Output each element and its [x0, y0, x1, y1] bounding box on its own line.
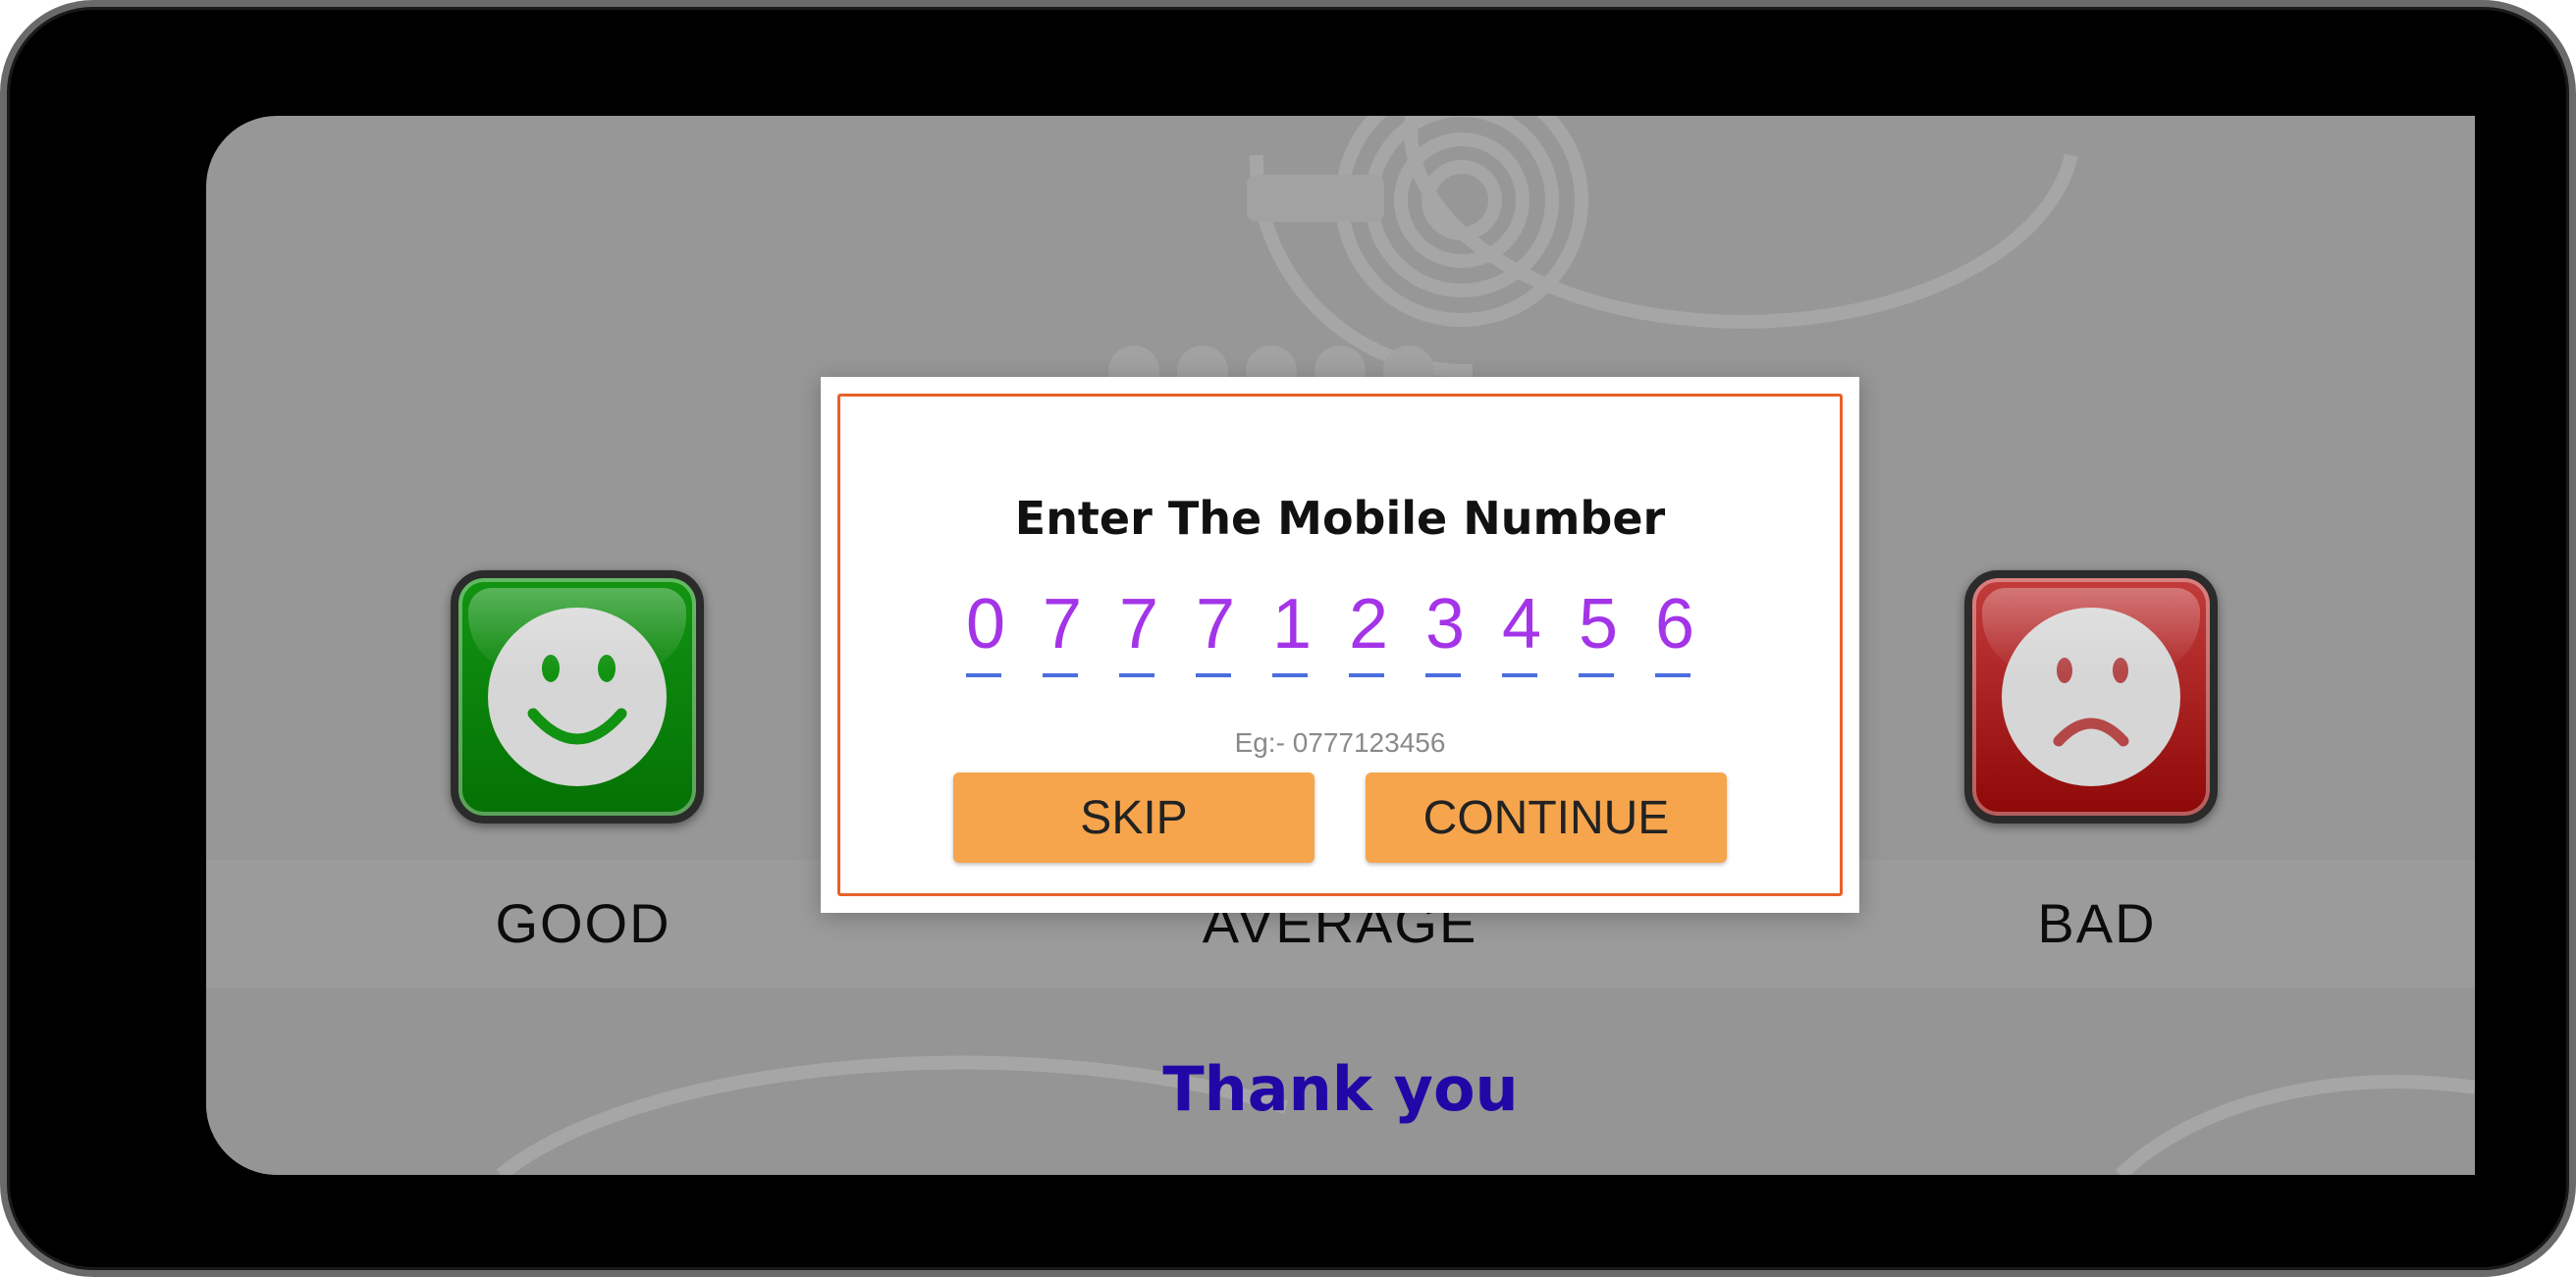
digit-value: 5 — [1579, 585, 1619, 664]
bad-rating-button[interactable] — [1964, 570, 2218, 824]
digit-underline — [1119, 673, 1154, 677]
digit-underline — [1425, 673, 1461, 677]
digit-box[interactable]: 3 — [1425, 583, 1465, 677]
digit-value: 7 — [1119, 585, 1159, 664]
digit-box[interactable]: 6 — [1655, 583, 1694, 677]
digit-box[interactable]: 0 — [966, 583, 1005, 677]
digit-underline — [1655, 673, 1690, 677]
good-label: GOOD — [495, 892, 671, 954]
digit-underline — [1196, 673, 1231, 677]
skip-button[interactable]: SKIP — [953, 772, 1315, 863]
digit-value: 2 — [1349, 585, 1389, 664]
thank-you-text: Thank you — [1162, 1053, 1519, 1125]
device-frame: GOOD AVERAGE BAD Thank you Enter The Mob… — [0, 0, 2576, 1277]
bad-label: BAD — [2037, 892, 2157, 954]
good-rating-button[interactable] — [451, 570, 704, 824]
digit-value: 6 — [1655, 585, 1695, 664]
digit-box[interactable]: 1 — [1272, 583, 1312, 677]
digit-value: 7 — [1043, 585, 1083, 664]
digit-box[interactable]: 5 — [1579, 583, 1618, 677]
digit-underline — [1579, 673, 1614, 677]
digit-underline — [1502, 673, 1537, 677]
digit-value: 4 — [1502, 585, 1542, 664]
digit-value: 0 — [966, 585, 1006, 664]
button-gloss — [468, 588, 686, 674]
digit-value: 7 — [1196, 585, 1236, 664]
button-gloss — [1982, 588, 2200, 674]
digit-underline — [1043, 673, 1078, 677]
continue-button[interactable]: CONTINUE — [1366, 772, 1727, 863]
digit-box[interactable]: 7 — [1043, 583, 1082, 677]
digit-box[interactable]: 7 — [1119, 583, 1158, 677]
digit-box[interactable]: 7 — [1196, 583, 1235, 677]
digit-box[interactable]: 4 — [1502, 583, 1541, 677]
digit-underline — [966, 673, 1001, 677]
mobile-number-dialog: Enter The Mobile Number 0 7 7 7 1 2 3 4 … — [821, 377, 1859, 913]
input-hint: Eg:- 0777123456 — [1234, 727, 1446, 758]
digit-value: 3 — [1425, 585, 1466, 664]
digit-underline — [1272, 673, 1308, 677]
mobile-number-input[interactable]: 0 7 7 7 1 2 3 4 5 6 — [966, 583, 1732, 681]
dialog-title: Enter The Mobile Number — [1014, 492, 1666, 545]
digit-underline — [1349, 673, 1384, 677]
digit-box[interactable]: 2 — [1349, 583, 1388, 677]
digit-value: 1 — [1272, 585, 1313, 664]
